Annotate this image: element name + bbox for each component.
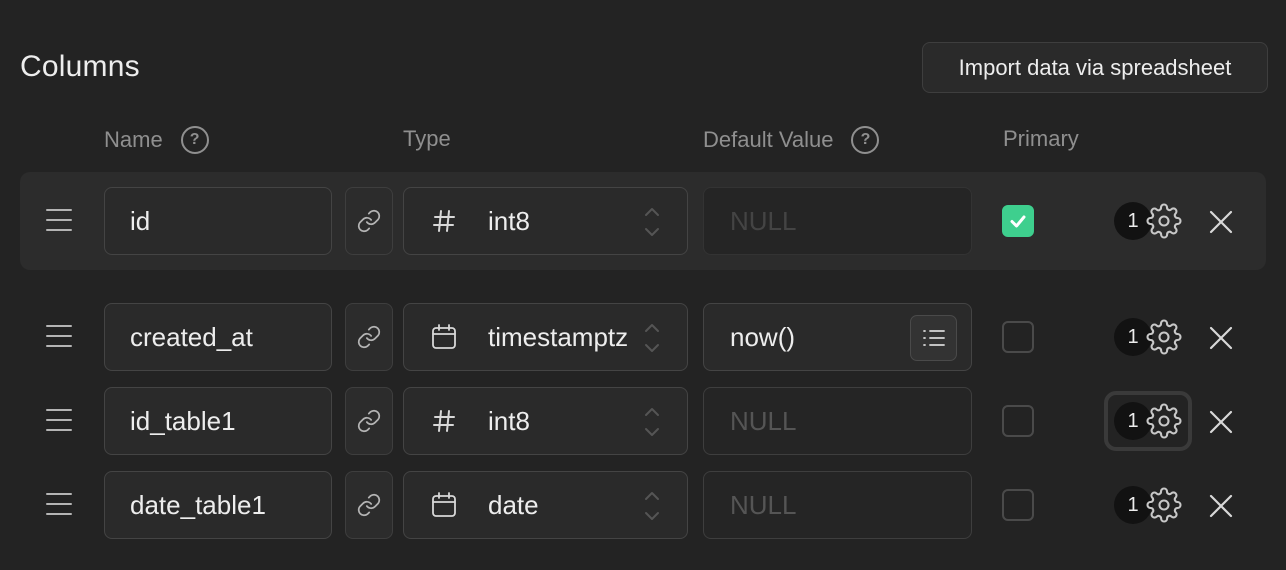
column-type-value: int8 bbox=[488, 405, 530, 436]
default-value-placeholder: NULL bbox=[730, 205, 797, 236]
column-row: id_table1 int8 NULL 1 bbox=[0, 387, 1286, 455]
column-name-input[interactable]: id bbox=[104, 187, 332, 255]
primary-checkbox[interactable] bbox=[1002, 489, 1034, 521]
link-icon bbox=[357, 325, 381, 349]
foreign-key-link-button[interactable] bbox=[345, 187, 393, 255]
column-name-value: id bbox=[130, 205, 151, 236]
name-help-icon[interactable]: ? bbox=[180, 126, 209, 154]
column-name-value: date_table1 bbox=[130, 489, 266, 520]
default-value-input[interactable]: NULL bbox=[703, 387, 972, 455]
column-name-value: created_at bbox=[130, 321, 253, 352]
column-type-select[interactable]: int8 bbox=[403, 387, 688, 455]
gear-icon[interactable] bbox=[1146, 203, 1182, 239]
column-type-value: timestamptz bbox=[488, 321, 629, 352]
link-icon bbox=[357, 493, 381, 517]
drag-handle-icon[interactable] bbox=[46, 209, 72, 231]
column-row: date_table1 date NULL 1 bbox=[0, 471, 1286, 539]
primary-checkbox[interactable] bbox=[1002, 321, 1034, 353]
check-icon bbox=[1010, 215, 1026, 228]
close-icon[interactable] bbox=[1208, 409, 1234, 435]
chevron-up-down-icon bbox=[645, 492, 659, 520]
drag-handle-icon[interactable] bbox=[46, 493, 72, 515]
default-value-header: Default Value ? bbox=[703, 126, 880, 154]
drag-handle-icon[interactable] bbox=[46, 325, 72, 347]
primary-header: Primary bbox=[1003, 126, 1079, 152]
column-row: created_at timestamptz now() 1 bbox=[0, 303, 1286, 371]
chevron-up-down-icon bbox=[645, 408, 659, 436]
default-value-input[interactable]: now() bbox=[703, 303, 972, 371]
foreign-key-link-button[interactable] bbox=[345, 471, 393, 539]
close-icon[interactable] bbox=[1208, 493, 1234, 519]
column-type-select[interactable]: int8 bbox=[403, 187, 688, 255]
column-type-select[interactable]: date bbox=[403, 471, 688, 539]
list-icon bbox=[922, 330, 945, 346]
column-type-value: int8 bbox=[488, 205, 530, 236]
column-name-input[interactable]: date_table1 bbox=[104, 471, 332, 539]
default-value-placeholder: NULL bbox=[730, 489, 797, 520]
name-header-label: Name bbox=[104, 127, 163, 152]
chevron-up-down-icon bbox=[645, 324, 659, 352]
close-icon[interactable] bbox=[1208, 325, 1234, 351]
column-name-input[interactable]: created_at bbox=[104, 303, 332, 371]
column-row: id int8 NULL 1 bbox=[0, 187, 1286, 255]
chevron-up-down-icon bbox=[645, 208, 659, 236]
column-type-value: date bbox=[488, 489, 539, 520]
link-icon bbox=[357, 209, 381, 233]
foreign-key-link-button[interactable] bbox=[345, 387, 393, 455]
type-header: Type bbox=[403, 126, 451, 152]
default-value-header-label: Default Value bbox=[703, 127, 834, 152]
gear-icon[interactable] bbox=[1146, 403, 1182, 439]
close-icon[interactable] bbox=[1208, 209, 1234, 235]
calendar-icon bbox=[430, 323, 458, 351]
drag-handle-icon[interactable] bbox=[46, 409, 72, 431]
name-header: Name ? bbox=[104, 126, 209, 154]
type-header-label: Type bbox=[403, 126, 451, 151]
hash-icon bbox=[430, 408, 458, 434]
primary-header-label: Primary bbox=[1003, 126, 1079, 151]
primary-checkbox[interactable] bbox=[1002, 205, 1034, 237]
page-title: Columns bbox=[20, 50, 140, 83]
default-value-text: now() bbox=[730, 321, 796, 352]
calendar-icon bbox=[430, 491, 458, 519]
column-name-input[interactable]: id_table1 bbox=[104, 387, 332, 455]
primary-checkbox[interactable] bbox=[1002, 405, 1034, 437]
suggestions-list-button[interactable] bbox=[910, 315, 957, 361]
default-value-help-icon[interactable]: ? bbox=[851, 126, 880, 154]
column-type-select[interactable]: timestamptz bbox=[403, 303, 688, 371]
default-value-input[interactable]: NULL bbox=[703, 187, 972, 255]
default-value-input[interactable]: NULL bbox=[703, 471, 972, 539]
foreign-key-link-button[interactable] bbox=[345, 303, 393, 371]
column-name-value: id_table1 bbox=[130, 405, 236, 436]
default-value-placeholder: NULL bbox=[730, 405, 797, 436]
link-icon bbox=[357, 409, 381, 433]
gear-icon[interactable] bbox=[1146, 487, 1182, 523]
hash-icon bbox=[430, 208, 458, 234]
gear-icon[interactable] bbox=[1146, 319, 1182, 355]
import-spreadsheet-button[interactable]: Import data via spreadsheet bbox=[922, 42, 1268, 93]
